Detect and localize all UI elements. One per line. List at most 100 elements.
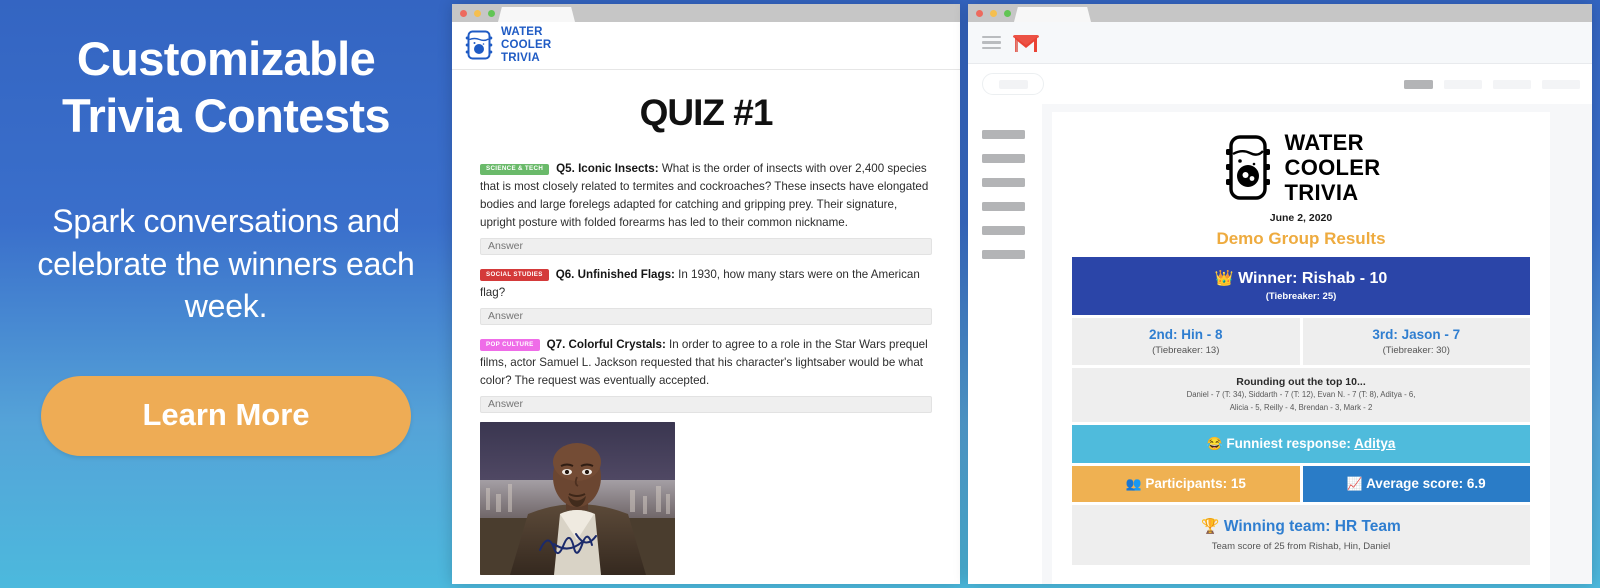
promo-subheadline: Spark conversations and celebrate the wi… (37, 202, 415, 325)
watercooler-trivia-logo: WATER COOLER TRIVIA (1072, 130, 1530, 205)
answer-input[interactable] (480, 307, 932, 325)
minimize-icon[interactable] (474, 10, 481, 17)
top10-heading: Rounding out the top 10... (1236, 376, 1366, 389)
people-icon: 👥 (1125, 475, 1142, 491)
top10-line-1: Daniel - 7 (T: 34), Siddarth - 7 (T: 12)… (1186, 390, 1416, 400)
quiz-browser-window: WATER COOLER TRIVIA QUIZ #1 SCIENCE & TE… (452, 4, 960, 584)
winner-row: 👑 Winner: Rishab - 10 (Tiebreaker: 25) (1072, 257, 1530, 316)
answer-input[interactable] (480, 237, 932, 255)
sidebar-item[interactable] (982, 202, 1025, 211)
promo-panel: Customizable Trivia Contests Spark conve… (0, 0, 452, 588)
gmail-window-titlebar (968, 4, 1592, 22)
gmail-browser-window: WATER COOLER TRIVIA June 2, 2020 Demo Gr… (968, 4, 1592, 584)
toolbar-chip[interactable] (1493, 79, 1531, 89)
maximize-icon[interactable] (488, 10, 495, 17)
brand-line-3: TRIVIA (1284, 180, 1359, 206)
hamburger-icon[interactable] (982, 35, 1001, 50)
category-badge: SCIENCE & TECH (480, 163, 550, 175)
third-place-label: 3rd: Jason - 7 (1372, 327, 1461, 343)
gmail-search-bar (968, 64, 1592, 104)
quiz-title: QUIZ #1 (639, 92, 774, 133)
trophy-icon: 🏆 (1201, 518, 1220, 535)
question-text: POP CULTURE Q7. Colorful Crystals: In ord… (480, 336, 932, 390)
watercooler-trivia-logo: WATER COOLER TRIVIA (464, 26, 551, 66)
participants-label: Participants: 15 (1145, 475, 1246, 491)
gmail-m-icon (1013, 34, 1039, 52)
question-text: SCIENCE & TECH Q5. Iconic Insects: What i… (480, 160, 932, 232)
crown-icon: 👑 (1214, 270, 1234, 288)
second-place-card: 2nd: Hin - 8 (Tiebreaker: 13) (1072, 318, 1300, 366)
toolbar-chip-active[interactable] (1404, 79, 1433, 89)
brand-line-2: COOLER (1284, 155, 1381, 181)
close-icon[interactable] (460, 10, 467, 17)
question-number-title: Q6. Unfinished Flags: (555, 267, 675, 281)
page-title: Customizable Trivia Contests (16, 30, 436, 145)
sidebar-item[interactable] (982, 154, 1025, 163)
winner-card: 👑 Winner: Rishab - 10 (Tiebreaker: 25) (1072, 257, 1530, 316)
samuel-jackson-photo (480, 421, 675, 575)
learn-more-button[interactable]: Learn More (41, 376, 411, 457)
headline-line-1: Customizable (76, 32, 376, 85)
question-item: POP CULTURE Q7. Colorful Crystals: In ord… (480, 336, 932, 575)
question-number-title: Q7. Colorful Crystals: (546, 337, 666, 351)
answer-input[interactable] (480, 395, 932, 413)
toolbar-chip[interactable] (1542, 79, 1580, 89)
maximize-icon[interactable] (1004, 10, 1011, 17)
search-input[interactable] (982, 73, 1044, 95)
window-controls[interactable] (976, 10, 1011, 17)
quiz-site-header: WATER COOLER TRIVIA (452, 22, 960, 70)
category-badge: SOCIAL STUDIES (480, 269, 549, 281)
close-icon[interactable] (976, 10, 983, 17)
third-place-card: 3rd: Jason - 7 (Tiebreaker: 30) (1302, 318, 1530, 366)
average-score-label: Average score: 6.9 (1366, 475, 1486, 491)
email-viewport: WATER COOLER TRIVIA June 2, 2020 Demo Gr… (1042, 104, 1592, 584)
question-image (480, 421, 675, 575)
winning-team-label: 🏆 Winning team: HR Team (1076, 517, 1526, 536)
second-place-label: 2nd: Hin - 8 (1149, 327, 1223, 343)
runners-up-row: 2nd: Hin - 8 (Tiebreaker: 13) 3rd: Jason… (1072, 318, 1530, 366)
laughing-emoji-icon: 😂 (1206, 435, 1223, 451)
results-email-card: WATER COOLER TRIVIA June 2, 2020 Demo Gr… (1052, 112, 1550, 584)
minimize-icon[interactable] (990, 10, 997, 17)
brand-line-1: WATER (1284, 130, 1364, 155)
top10-line-2: Alicia - 5, Reilly - 4, Brendan - 3, Mar… (1229, 402, 1373, 412)
participants-card: 👥 Participants: 15 (1072, 465, 1300, 502)
gmail-top-bar (968, 22, 1592, 64)
water-cooler-jug-icon (1225, 135, 1270, 200)
browser-tab[interactable] (498, 7, 575, 22)
category-badge: POP CULTURE (480, 339, 540, 351)
winning-team-name: Winning team: HR Team (1223, 517, 1401, 535)
top10-row: Rounding out the top 10... Daniel - 7 (T… (1072, 368, 1530, 422)
gmail-main-area: WATER COOLER TRIVIA June 2, 2020 Demo Gr… (968, 104, 1592, 584)
winning-team-row: 🏆 Winning team: HR Team Team score of 25… (1072, 504, 1530, 565)
brand-line-3: TRIVIA (501, 52, 540, 65)
top10-card: Rounding out the top 10... Daniel - 7 (T… (1072, 368, 1530, 422)
average-score-card: 📈 Average score: 6.9 (1302, 465, 1530, 502)
sidebar-item[interactable] (982, 250, 1025, 259)
funniest-response-name[interactable]: Aditya (1354, 436, 1395, 451)
brand-line-2: COOLER (501, 38, 552, 51)
water-cooler-jug-icon (465, 30, 493, 60)
headline-line-2: Trivia Contests (62, 89, 391, 143)
gmail-toolbar-chips (1404, 79, 1580, 89)
quiz-window-titlebar (452, 4, 960, 22)
window-controls[interactable] (460, 10, 495, 17)
question-number-title: Q5. Iconic Insects: (556, 162, 659, 175)
sidebar-item[interactable] (982, 226, 1025, 235)
funniest-response-card: 😂 Funniest response: Aditya (1072, 424, 1530, 463)
winning-team-detail: Team score of 25 from Rishab, Hin, Danie… (1211, 540, 1391, 552)
gmail-sidebar (968, 104, 1042, 584)
brand-line-1: WATER (501, 25, 543, 38)
winning-team-card: 🏆 Winning team: HR Team Team score of 25… (1072, 504, 1530, 565)
sidebar-item[interactable] (982, 178, 1025, 187)
brand-wordmark: WATER COOLER TRIVIA (1285, 130, 1381, 205)
browser-tab[interactable] (1014, 7, 1091, 22)
sidebar-item[interactable] (982, 130, 1025, 139)
funniest-row: 😂 Funniest response: Aditya (1072, 424, 1530, 463)
winner-label: 👑 Winner: Rishab - 10 (1077, 269, 1525, 288)
toolbar-chip[interactable] (1444, 79, 1482, 89)
funniest-response-label: Funniest response: (1226, 435, 1355, 451)
question-text: SOCIAL STUDIES Q6. Unfinished Flags: In 1… (480, 266, 932, 302)
brand-wordmark: WATER COOLER TRIVIA (501, 26, 551, 66)
stats-row: 👥 Participants: 15 📈 Average score: 6.9 (1072, 465, 1530, 502)
